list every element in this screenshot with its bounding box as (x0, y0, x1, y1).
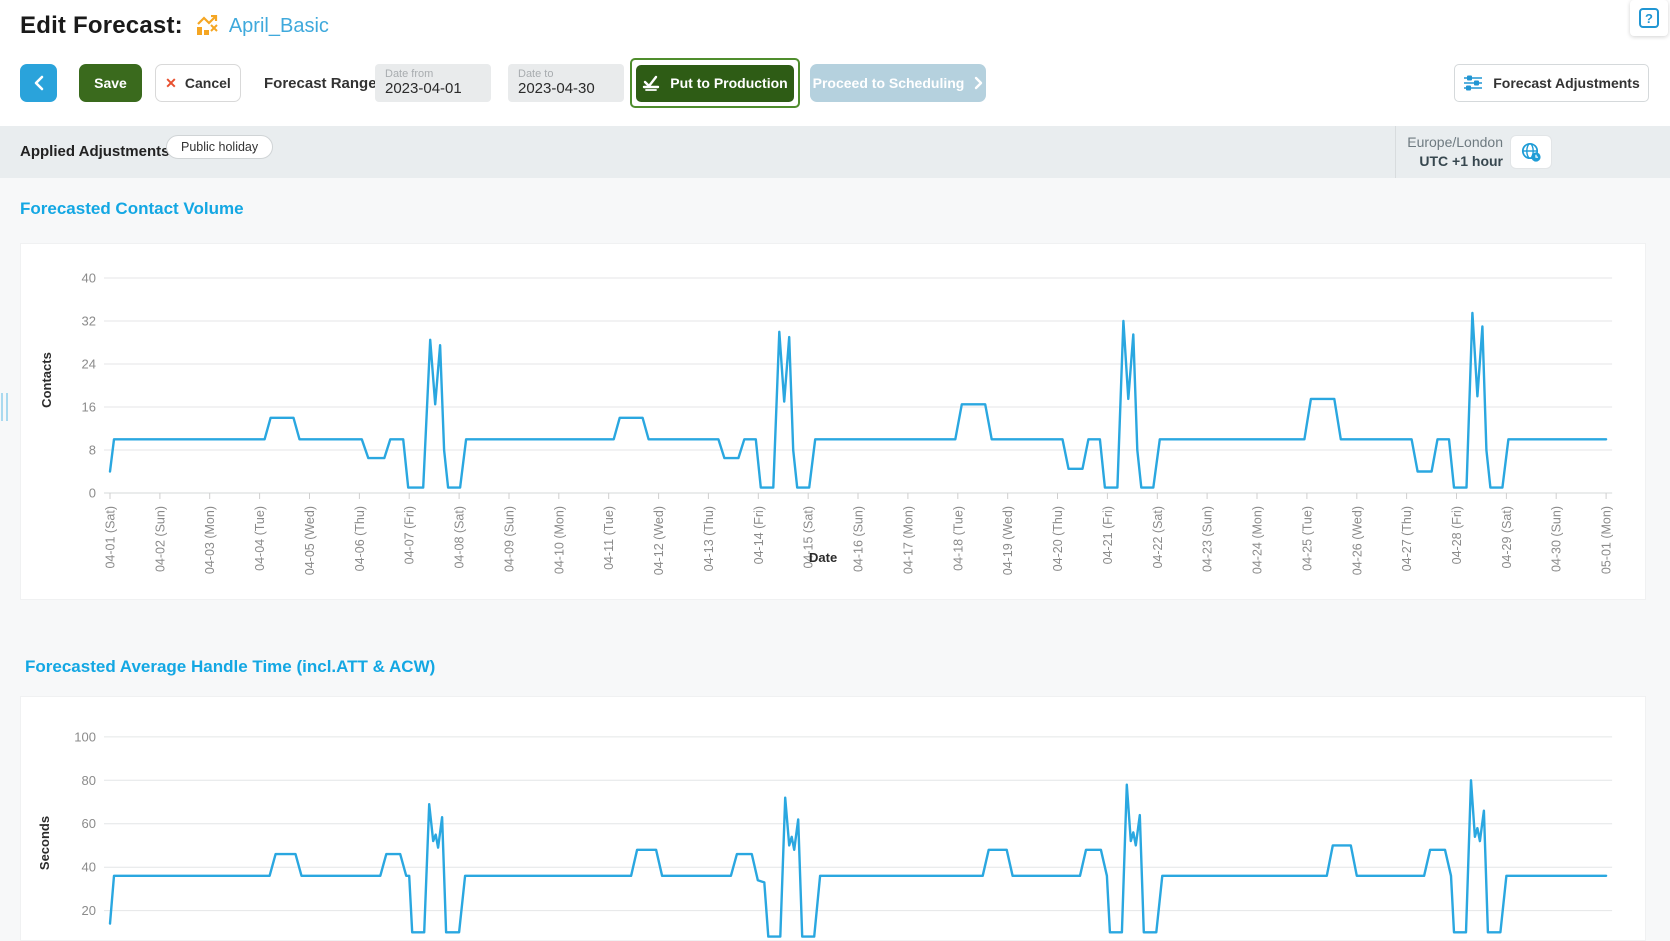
svg-text:04-17 (Mon): 04-17 (Mon) (901, 506, 915, 574)
timezone-info: Europe/London UTC +1 hour (1407, 133, 1503, 171)
forecast-adjustments-button[interactable]: Forecast Adjustments (1454, 64, 1649, 102)
svg-text:04-14 (Fri): 04-14 (Fri) (752, 506, 766, 564)
svg-text:Contacts: Contacts (39, 352, 54, 408)
forecast-adjustments-label: Forecast Adjustments (1493, 75, 1640, 91)
applied-adjustments-bar: Applied Adjustments: Public holiday Euro… (0, 126, 1670, 178)
svg-text:04-30 (Sun): 04-30 (Sun) (1550, 506, 1564, 572)
chevron-right-icon (974, 76, 983, 90)
cancel-x-icon: ✕ (165, 75, 177, 92)
svg-text:40: 40 (82, 860, 96, 875)
svg-text:32: 32 (82, 314, 96, 329)
svg-text:04-16 (Sun): 04-16 (Sun) (852, 506, 866, 572)
divider (1395, 126, 1396, 178)
contact-volume-title: Forecasted Contact Volume (20, 199, 244, 219)
aht-card: 100 80 60 40 20 Seconds (20, 696, 1646, 941)
svg-text:60: 60 (82, 816, 96, 831)
svg-text:04-10 (Mon): 04-10 (Mon) (552, 506, 566, 574)
svg-text:04-20 (Thu): 04-20 (Thu) (1051, 506, 1065, 571)
svg-text:04-23 (Sun): 04-23 (Sun) (1201, 506, 1215, 572)
put-to-production-label: Put to Production (670, 75, 787, 91)
sliders-icon (1463, 74, 1483, 92)
forecast-range-label: Forecast Range: (264, 64, 382, 102)
date-from-field[interactable]: Date from 2023-04-01 (375, 64, 491, 102)
svg-text:40: 40 (82, 271, 96, 286)
svg-text:?: ? (1645, 11, 1653, 26)
svg-text:04-12 (Wed): 04-12 (Wed) (652, 506, 666, 575)
page-title: Edit Forecast: (20, 12, 183, 40)
svg-text:04-25 (Tue): 04-25 (Tue) (1300, 506, 1314, 571)
svg-text:04-21 (Fri): 04-21 (Fri) (1101, 506, 1115, 564)
svg-text:04-28 (Fri): 04-28 (Fri) (1450, 506, 1464, 564)
put-to-production-highlight: Put to Production (630, 58, 800, 108)
put-to-production-button[interactable]: Put to Production (636, 65, 794, 102)
svg-text:04-22 (Sat): 04-22 (Sat) (1151, 506, 1165, 569)
svg-text:04-11 (Tue): 04-11 (Tue) (602, 506, 616, 570)
svg-text:04-04 (Tue): 04-04 (Tue) (253, 506, 267, 571)
help-icon: ? (1638, 7, 1660, 29)
svg-text:04-18 (Tue): 04-18 (Tue) (951, 506, 965, 571)
content-area: Forecasted Contact Volume 403224168004-0… (0, 178, 1670, 941)
svg-text:04-08 (Sat): 04-08 (Sat) (453, 506, 467, 569)
svg-text:04-09 (Sun): 04-09 (Sun) (503, 506, 517, 572)
svg-text:04-05 (Wed): 04-05 (Wed) (303, 506, 317, 575)
date-to-field[interactable]: Date to 2023-04-30 (508, 64, 624, 102)
svg-text:0: 0 (89, 486, 96, 501)
side-panel-handle[interactable] (1, 393, 10, 421)
globe-clock-icon (1520, 141, 1542, 163)
svg-text:04-27 (Thu): 04-27 (Thu) (1400, 506, 1414, 571)
date-from-value: 2023-04-01 (385, 80, 481, 98)
forecast-chart-icon (195, 15, 221, 37)
help-button[interactable]: ? (1630, 0, 1668, 36)
cancel-label: Cancel (185, 75, 231, 91)
aht-chart: 100 80 60 40 20 Seconds (21, 697, 1647, 941)
svg-text:04-24 (Mon): 04-24 (Mon) (1251, 506, 1265, 574)
edit-forecast-page: ? Edit Forecast: April_Basic Save ✕ Canc… (0, 0, 1670, 941)
cancel-button[interactable]: ✕ Cancel (155, 64, 241, 102)
svg-text:04-26 (Wed): 04-26 (Wed) (1350, 506, 1364, 575)
svg-text:04-13 (Thu): 04-13 (Thu) (702, 506, 716, 571)
svg-text:8: 8 (89, 443, 96, 458)
contact-volume-card: 40 32 24 16 8 0 04-01 (Sat) 04-02 (Sun) 04-03 (M… (20, 243, 1646, 600)
forecast-name-link[interactable]: April_Basic (229, 15, 329, 38)
save-button[interactable]: Save (79, 64, 142, 102)
svg-text:16: 16 (82, 400, 96, 415)
timezone-button[interactable] (1510, 135, 1552, 169)
date-to-value: 2023-04-30 (518, 80, 614, 98)
chevron-left-icon (32, 74, 46, 92)
utc-offset: UTC +1 hour (1407, 152, 1503, 171)
svg-text:04-02 (Sun): 04-02 (Sun) (153, 506, 167, 572)
production-chart-check-icon (642, 75, 661, 91)
svg-text:04-06 (Thu): 04-06 (Thu) (353, 506, 367, 571)
svg-text:24: 24 (82, 357, 96, 372)
svg-text:Seconds: Seconds (37, 816, 52, 870)
timezone-name: Europe/London (1407, 133, 1503, 152)
proceed-label: Proceed to Scheduling (813, 75, 965, 91)
svg-text:04-29 (Sat): 04-29 (Sat) (1500, 506, 1514, 569)
svg-text:80: 80 (82, 773, 96, 788)
header: Edit Forecast: April_Basic (20, 12, 329, 40)
svg-text:04-03 (Mon): 04-03 (Mon) (203, 506, 217, 574)
date-from-label: Date from (385, 68, 481, 80)
aht-title: Forecasted Average Handle Time (incl.ATT… (25, 657, 435, 677)
svg-text:Date: Date (809, 550, 837, 565)
adjustment-chip[interactable]: Public holiday (166, 135, 273, 159)
proceed-to-scheduling-button[interactable]: Proceed to Scheduling (810, 64, 986, 102)
svg-text:04-19 (Wed): 04-19 (Wed) (1001, 506, 1015, 575)
svg-text:05-01 (Mon): 05-01 (Mon) (1600, 506, 1614, 574)
svg-text:20: 20 (82, 903, 96, 918)
back-button[interactable] (20, 64, 57, 102)
svg-text:100: 100 (74, 729, 96, 744)
svg-text:04-07 (Fri): 04-07 (Fri) (403, 506, 417, 564)
svg-text:04-01 (Sat): 04-01 (Sat) (104, 506, 118, 569)
applied-adjustments-label: Applied Adjustments: (20, 143, 174, 160)
date-to-label: Date to (518, 68, 614, 80)
contact-volume-chart: 40 32 24 16 8 0 04-01 (Sat) 04-02 (Sun) 04-03 (M… (21, 244, 1647, 606)
